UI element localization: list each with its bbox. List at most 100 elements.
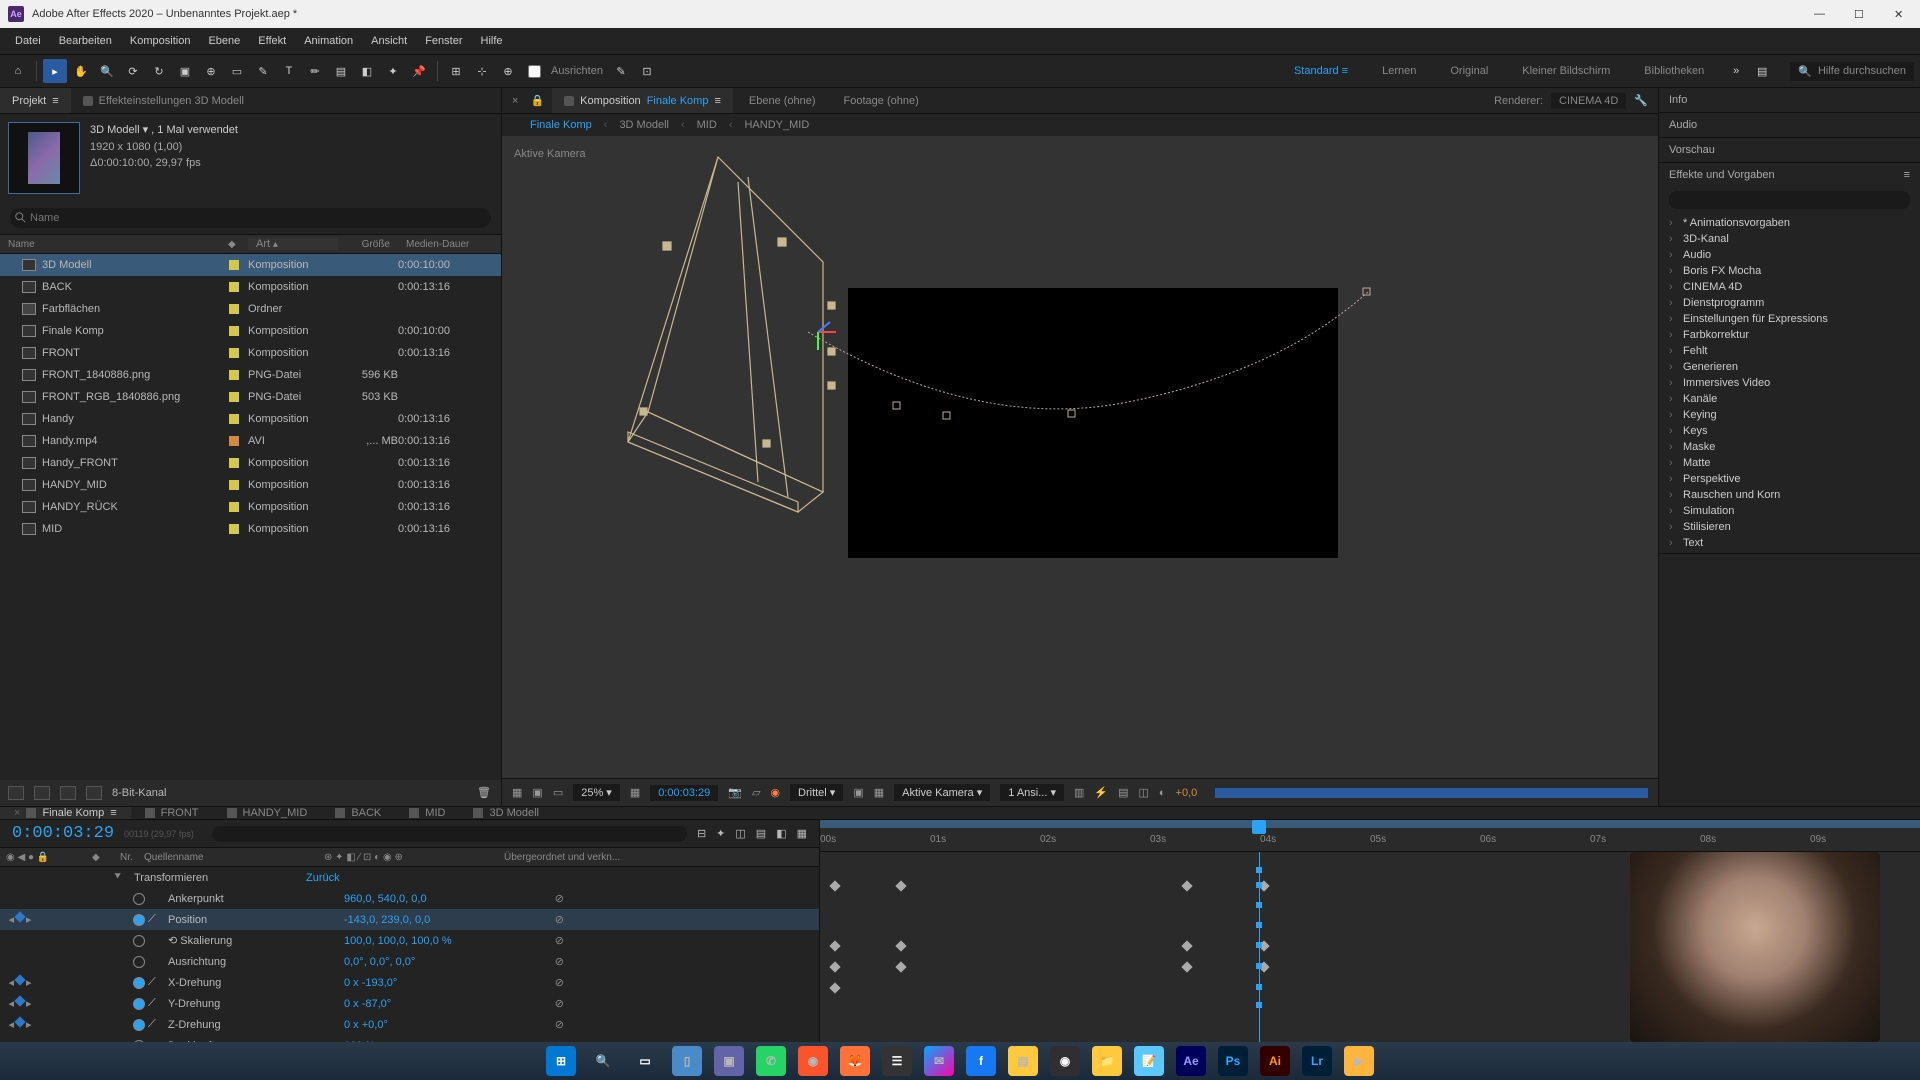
view-dropdown[interactable]: Aktive Kamera ▾ — [894, 784, 990, 801]
snapshot-button[interactable]: 📷 — [728, 786, 742, 799]
effect-category[interactable]: ›* Animationsvorgaben — [1663, 215, 1916, 231]
timeline-search[interactable] — [212, 826, 687, 842]
effects-tree[interactable]: ›* Animationsvorgaben›3D-Kanal›Audio›Bor… — [1659, 213, 1920, 553]
notes-icon[interactable]: ▤ — [1008, 1046, 1038, 1076]
project-item[interactable]: MIDKomposition0:00:13:16 — [0, 518, 501, 540]
effect-category[interactable]: ›Boris FX Mocha — [1663, 263, 1916, 279]
search-taskbar[interactable]: 🔍 — [588, 1046, 618, 1076]
project-item[interactable]: Handy.mp4AVI,... MB0:00:13:16 — [0, 430, 501, 452]
flowchart-button[interactable]: ◫ — [1138, 786, 1148, 799]
home-button[interactable]: ⌂ — [6, 59, 30, 83]
effect-category[interactable]: ›Stilisieren — [1663, 519, 1916, 535]
facebook-icon[interactable]: f — [966, 1046, 996, 1076]
col-size[interactable]: Größe — [338, 239, 398, 250]
alpha-toggle[interactable]: ▦ — [512, 786, 522, 799]
project-item[interactable]: HANDY_MIDKomposition0:00:13:16 — [0, 474, 501, 496]
menu-ansicht[interactable]: Ansicht — [362, 31, 416, 51]
local-axis-tool[interactable]: ⊹ — [470, 59, 494, 83]
current-timecode[interactable]: 0:00:03:29 — [12, 824, 114, 843]
clone-tool[interactable]: ▤ — [329, 59, 353, 83]
type-tool[interactable]: T — [277, 59, 301, 83]
menu-animation[interactable]: Animation — [295, 31, 362, 51]
effect-category[interactable]: ›Matte — [1663, 455, 1916, 471]
shape-tool[interactable]: ▭ — [225, 59, 249, 83]
files-icon[interactable]: 📁 — [1092, 1046, 1122, 1076]
effect-category[interactable]: ›Generieren — [1663, 359, 1916, 375]
task-view[interactable]: ▭ — [630, 1046, 660, 1076]
effects-search-input[interactable] — [1669, 191, 1910, 209]
property-row[interactable]: Ausrichtung0,0°, 0,0°, 0,0°⊘ — [0, 951, 819, 972]
interpret-footage-button[interactable] — [8, 786, 24, 800]
roi-button[interactable]: ▣ — [853, 786, 863, 799]
timeline-tab[interactable]: ×Finale Komp≡ — [0, 807, 131, 819]
teams-icon[interactable]: ▣ — [714, 1046, 744, 1076]
comp-tab-close[interactable]: × — [508, 88, 522, 113]
channel-picker[interactable]: ◉ — [770, 786, 780, 799]
effect-category[interactable]: ›Kanäle — [1663, 391, 1916, 407]
project-item[interactable]: BACKKomposition0:00:13:16 — [0, 276, 501, 298]
renderer-settings-icon[interactable]: 🔧 — [1634, 94, 1648, 107]
effect-category[interactable]: ›Maske — [1663, 439, 1916, 455]
project-tab[interactable]: Projekt≡ — [0, 88, 71, 113]
workspace-reset[interactable]: ▤ — [1750, 59, 1774, 83]
menu-hilfe[interactable]: Hilfe — [472, 31, 512, 51]
effect-category[interactable]: ›Rauschen und Korn — [1663, 487, 1916, 503]
property-row[interactable]: ◂▸⟋X-Drehung0 x -193,0°⊘ — [0, 972, 819, 993]
renderer-value[interactable]: CINEMA 4D — [1551, 93, 1626, 109]
effect-category[interactable]: ›Fehlt — [1663, 343, 1916, 359]
camera-tool[interactable]: ▣ — [173, 59, 197, 83]
info-panel[interactable]: Info — [1659, 88, 1920, 112]
composition-tab[interactable]: Komposition Finale Komp ≡ — [552, 88, 733, 113]
project-search-input[interactable] — [10, 208, 491, 228]
breadcrumb-item[interactable]: 3D Modell — [619, 119, 669, 131]
explorer-icon[interactable]: ▯ — [672, 1046, 702, 1076]
project-thumbnail[interactable] — [8, 122, 80, 194]
effect-category[interactable]: ›Farbkorrektur — [1663, 327, 1916, 343]
whatsapp-icon[interactable]: ✆ — [756, 1046, 786, 1076]
fast-preview[interactable]: ⚡ — [1094, 786, 1108, 799]
project-item[interactable]: FarbflächenOrdner — [0, 298, 501, 320]
hand-tool[interactable]: ✋ — [69, 59, 93, 83]
app-icon-1[interactable]: ☰ — [882, 1046, 912, 1076]
eraser-tool[interactable]: ◧ — [355, 59, 379, 83]
effect-category[interactable]: ›Immersives Video — [1663, 375, 1916, 391]
brush-tool[interactable]: ✏ — [303, 59, 327, 83]
minimize-button[interactable]: — — [1814, 8, 1826, 20]
property-row[interactable]: ◂▸⟋Z-Drehung0 x +0,0°⊘ — [0, 1014, 819, 1035]
project-item[interactable]: HandyKomposition0:00:13:16 — [0, 408, 501, 430]
orbit-tool[interactable]: ⟳ — [121, 59, 145, 83]
menu-fenster[interactable]: Fenster — [416, 31, 471, 51]
tl-opt-1[interactable]: ⊟ — [697, 827, 706, 840]
timeline-tab[interactable]: BACK — [321, 807, 395, 819]
premiere-icon[interactable]: ▶ — [1344, 1046, 1374, 1076]
menu-bearbeiten[interactable]: Bearbeiten — [50, 31, 121, 51]
close-button[interactable]: ✕ — [1894, 8, 1906, 20]
project-item[interactable]: FRONT_RGB_1840886.pngPNG-Datei503 KB — [0, 386, 501, 408]
workspace-overflow[interactable]: » — [1724, 59, 1748, 83]
col-type[interactable]: Art ▴ — [248, 238, 338, 250]
timeline-layers[interactable]: ⯆TransformierenZurückAnkerpunkt960,0, 54… — [0, 867, 819, 1056]
timeline-tab[interactable]: MID — [395, 807, 459, 819]
project-item[interactable]: FRONT_1840886.pngPNG-Datei596 KB — [0, 364, 501, 386]
firefox-icon[interactable]: 🦊 — [840, 1046, 870, 1076]
effect-category[interactable]: ›3D-Kanal — [1663, 231, 1916, 247]
new-folder-button[interactable] — [34, 786, 50, 800]
timeline-tab[interactable]: HANDY_MID — [213, 807, 322, 819]
effect-category[interactable]: ›Perspektive — [1663, 471, 1916, 487]
bit-depth[interactable]: 8-Bit-Kanal — [112, 787, 166, 799]
obs-icon[interactable]: ◉ — [1050, 1046, 1080, 1076]
world-axis-tool[interactable]: ⊕ — [496, 59, 520, 83]
project-item[interactable]: Handy_FRONTKomposition0:00:13:16 — [0, 452, 501, 474]
mask-toggle[interactable]: ▭ — [553, 786, 563, 799]
breadcrumb-item[interactable]: MID — [697, 119, 717, 131]
workspace-original[interactable]: Original — [1442, 65, 1496, 77]
puppet-tool[interactable]: 📌 — [407, 59, 431, 83]
messenger-icon[interactable]: ✉ — [924, 1046, 954, 1076]
guides-toggle[interactable]: ▣ — [532, 786, 542, 799]
effect-category[interactable]: ›Einstellungen für Expressions — [1663, 311, 1916, 327]
mesh-tool[interactable]: ⊞ — [444, 59, 468, 83]
col-duration[interactable]: Medien-Dauer — [398, 239, 478, 250]
comp-lock[interactable]: 🔒 — [526, 88, 548, 113]
project-item[interactable]: FRONTKomposition0:00:13:16 — [0, 342, 501, 364]
tl-opt-5[interactable]: ◧ — [776, 827, 786, 840]
